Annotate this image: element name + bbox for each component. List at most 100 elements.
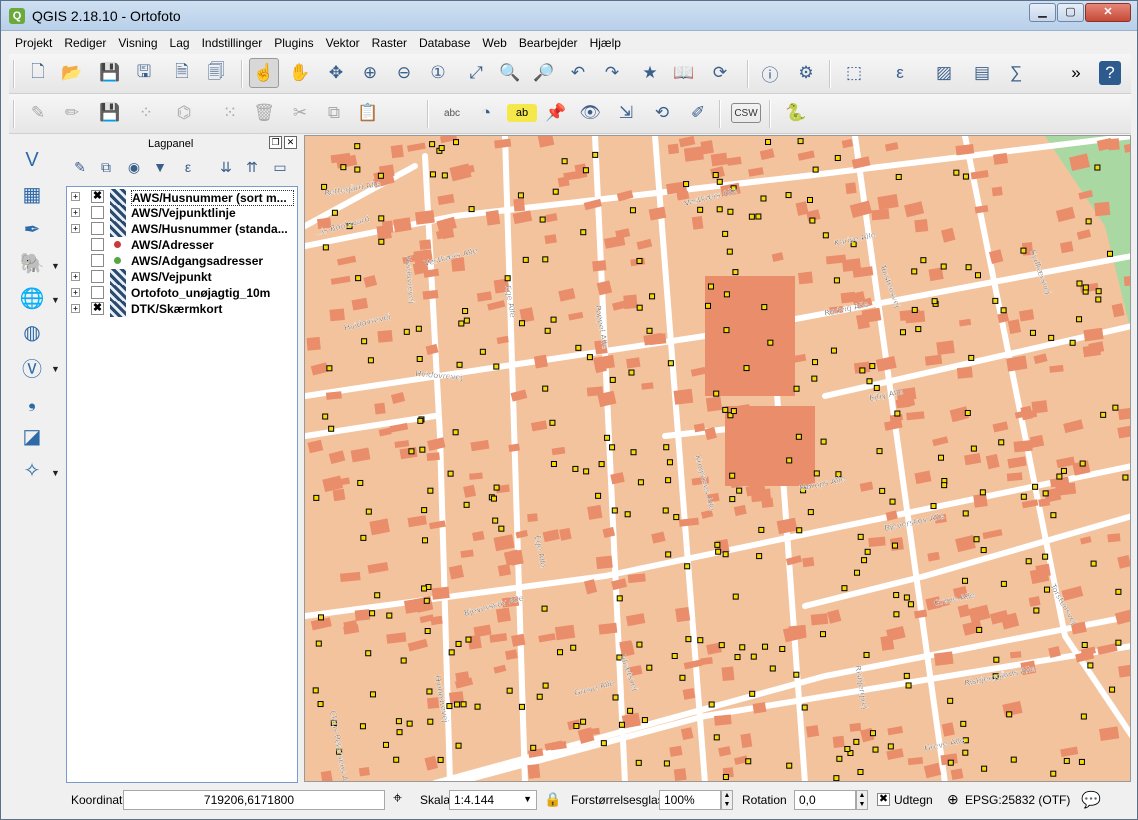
map-render[interactable]: Vestkærs AlleVestkærs AlleKarise AlleSyd…	[305, 136, 1131, 782]
expand-layer-icon[interactable]: +	[71, 272, 80, 281]
field-calculator-icon[interactable]: ε	[885, 58, 915, 88]
paste-features-icon[interactable]: 📋	[353, 98, 383, 128]
pin-label-icon[interactable]: 📌	[541, 98, 571, 128]
coordinate-field[interactable]: 719206,6171800	[123, 790, 385, 810]
add-group-icon[interactable]: ⧉	[96, 159, 116, 179]
layer-visibility-checkbox[interactable]	[91, 286, 104, 299]
new-print-composer-icon[interactable]: 🗎	[167, 58, 197, 88]
add-spatialite-icon[interactable]: ✒	[17, 214, 47, 244]
add-raster-layer-icon[interactable]: ▦	[17, 180, 47, 210]
expand-layer-icon[interactable]: +	[71, 224, 80, 233]
zoom-full-icon[interactable]: ⤢	[461, 58, 491, 88]
layer-diagram-icon[interactable]: ◔	[471, 98, 501, 128]
render-checkbox[interactable]: ✖	[877, 793, 890, 806]
attribute-table-icon[interactable]: ▤	[967, 58, 997, 88]
layer-visibility-checkbox[interactable]	[91, 254, 104, 267]
expand-layer-icon[interactable]: +	[71, 288, 80, 297]
chevron-down-icon[interactable]: ▼	[51, 261, 60, 271]
scale-select[interactable]: 1:4.144 ▼	[449, 790, 537, 810]
maximize-button[interactable]: ▢	[1057, 3, 1084, 22]
pan-to-selection-icon[interactable]: ✥	[321, 58, 351, 88]
new-project-icon[interactable]: 🗋	[23, 58, 53, 88]
layer-row[interactable]: + ✖ AWS/Husnummer (sort m...	[67, 189, 297, 206]
python-console-icon[interactable]: 🐍	[781, 98, 811, 128]
show-bookmarks-icon[interactable]: 📖	[669, 58, 699, 88]
add-wfs-icon[interactable]: Ⓥ	[17, 352, 47, 382]
move-label-icon[interactable]: ⇲	[611, 98, 641, 128]
layer-row[interactable]: + ✖ DTK/Skærmkort	[67, 301, 297, 317]
layer-row[interactable]: AWS/Adresser	[67, 237, 297, 253]
menu-4[interactable]: Indstillinger	[196, 32, 269, 54]
menu-8[interactable]: Database	[413, 32, 476, 54]
csw-icon[interactable]: CSW	[731, 103, 761, 123]
save-as-icon[interactable]: 🖫	[129, 58, 159, 88]
menu-3[interactable]: Lag	[164, 32, 196, 54]
zoom-layer-icon[interactable]: 🔎	[529, 58, 559, 88]
rotate-label-icon[interactable]: ⟲	[647, 98, 677, 128]
node-tool-icon[interactable]: ⌬	[169, 98, 199, 128]
current-edits-icon[interactable]: ✎	[23, 98, 53, 128]
new-bookmark-icon[interactable]: ★	[635, 58, 665, 88]
open-project-icon[interactable]: 📂	[57, 58, 87, 88]
layer-row[interactable]: + AWS/Vejpunktlinje	[67, 205, 297, 221]
pan-hand-icon[interactable]: ✋	[285, 58, 315, 88]
menu-5[interactable]: Plugins	[268, 32, 319, 54]
layer-row[interactable]: + Ortofoto_unøjagtig_10m	[67, 285, 297, 301]
show-hide-label-icon[interactable]: 👁	[575, 98, 605, 128]
copy-features-icon[interactable]: ⧉	[319, 98, 349, 128]
expand-layer-icon[interactable]: +	[71, 304, 80, 313]
statistics-icon[interactable]: ∑	[1001, 58, 1031, 88]
identify-icon[interactable]: ⓘ	[755, 58, 785, 88]
touch-pan-icon[interactable]: ☝	[249, 58, 279, 88]
label-abc-icon[interactable]: abc	[437, 98, 467, 128]
layer-visibility-checkbox[interactable]: ✖	[91, 302, 104, 315]
collapse-all-icon[interactable]: ⇈	[242, 159, 262, 179]
zoom-out-icon[interactable]: ⊖	[389, 58, 419, 88]
filter-legend-icon[interactable]: ▼	[150, 159, 170, 179]
deselect-icon[interactable]: ▨	[929, 58, 959, 88]
menu-7[interactable]: Raster	[366, 32, 413, 54]
menu-9[interactable]: Web	[476, 32, 512, 54]
remove-layer-icon[interactable]: ▭	[270, 159, 290, 179]
menu-6[interactable]: Vektor	[320, 32, 366, 54]
cut-features-icon[interactable]: ✂	[285, 98, 315, 128]
add-wcs-icon[interactable]: ◍	[17, 318, 47, 348]
zoom-in-icon[interactable]: ⊕	[355, 58, 385, 88]
expand-all-icon[interactable]: ⇊	[216, 159, 236, 179]
more-tools-button[interactable]: »	[1061, 58, 1091, 88]
menu-0[interactable]: Projekt	[9, 32, 58, 54]
menu-10[interactable]: Bearbejder	[513, 32, 584, 54]
move-feature-icon[interactable]: ⁙	[215, 98, 245, 128]
crs-globe-icon[interactable]: ⊕	[947, 791, 959, 808]
rotation-field[interactable]: 0,0	[794, 790, 856, 810]
style-brush-icon[interactable]: ✎	[70, 159, 90, 179]
minimize-button[interactable]: ▁	[1029, 3, 1056, 22]
expand-layer-icon[interactable]: +	[71, 192, 80, 201]
zoom-next-icon[interactable]: ↷	[597, 58, 627, 88]
magnifier-spinner[interactable]: ▲ ▼	[721, 790, 733, 810]
layer-row[interactable]: + AWS/Vejpunkt	[67, 269, 297, 285]
mouse-coordinates-icon[interactable]: ⌖	[393, 790, 402, 808]
layer-row[interactable]: AWS/Adgangsadresser	[67, 253, 297, 269]
zoom-last-icon[interactable]: ↶	[563, 58, 593, 88]
add-vector-layer-icon[interactable]: V	[17, 145, 47, 175]
measure-icon[interactable]: ⚙	[791, 58, 821, 88]
layer-visibility-checkbox[interactable]: ✖	[91, 190, 104, 203]
change-label-icon[interactable]: ✐	[683, 98, 713, 128]
undock-panel-button[interactable]: ❐	[269, 136, 282, 149]
menu-1[interactable]: Rediger	[58, 32, 112, 54]
toggle-editing-icon[interactable]: ✏	[57, 98, 87, 128]
chevron-down-icon[interactable]: ▼	[51, 468, 60, 478]
chevron-down-icon[interactable]: ▼	[51, 364, 60, 374]
chevron-down-icon[interactable]: ▼	[51, 295, 60, 305]
add-wms-icon[interactable]: 🌐	[17, 283, 47, 313]
map-canvas[interactable]: Vestkærs Alle Vestkærs Alle Karise Alle Syd…	[304, 135, 1131, 782]
layer-visibility-checkbox[interactable]	[91, 222, 104, 235]
save-edits-icon[interactable]: 💾	[95, 98, 125, 128]
add-virtual-layer-icon[interactable]: ◪	[17, 421, 47, 451]
zoom-selection-icon[interactable]: 🔍	[495, 58, 525, 88]
messages-icon[interactable]: 💬	[1081, 790, 1101, 810]
add-delimited-text-icon[interactable]: ❟	[17, 387, 47, 417]
menu-2[interactable]: Visning	[112, 32, 163, 54]
new-shapefile-icon[interactable]: ✧	[17, 456, 47, 486]
